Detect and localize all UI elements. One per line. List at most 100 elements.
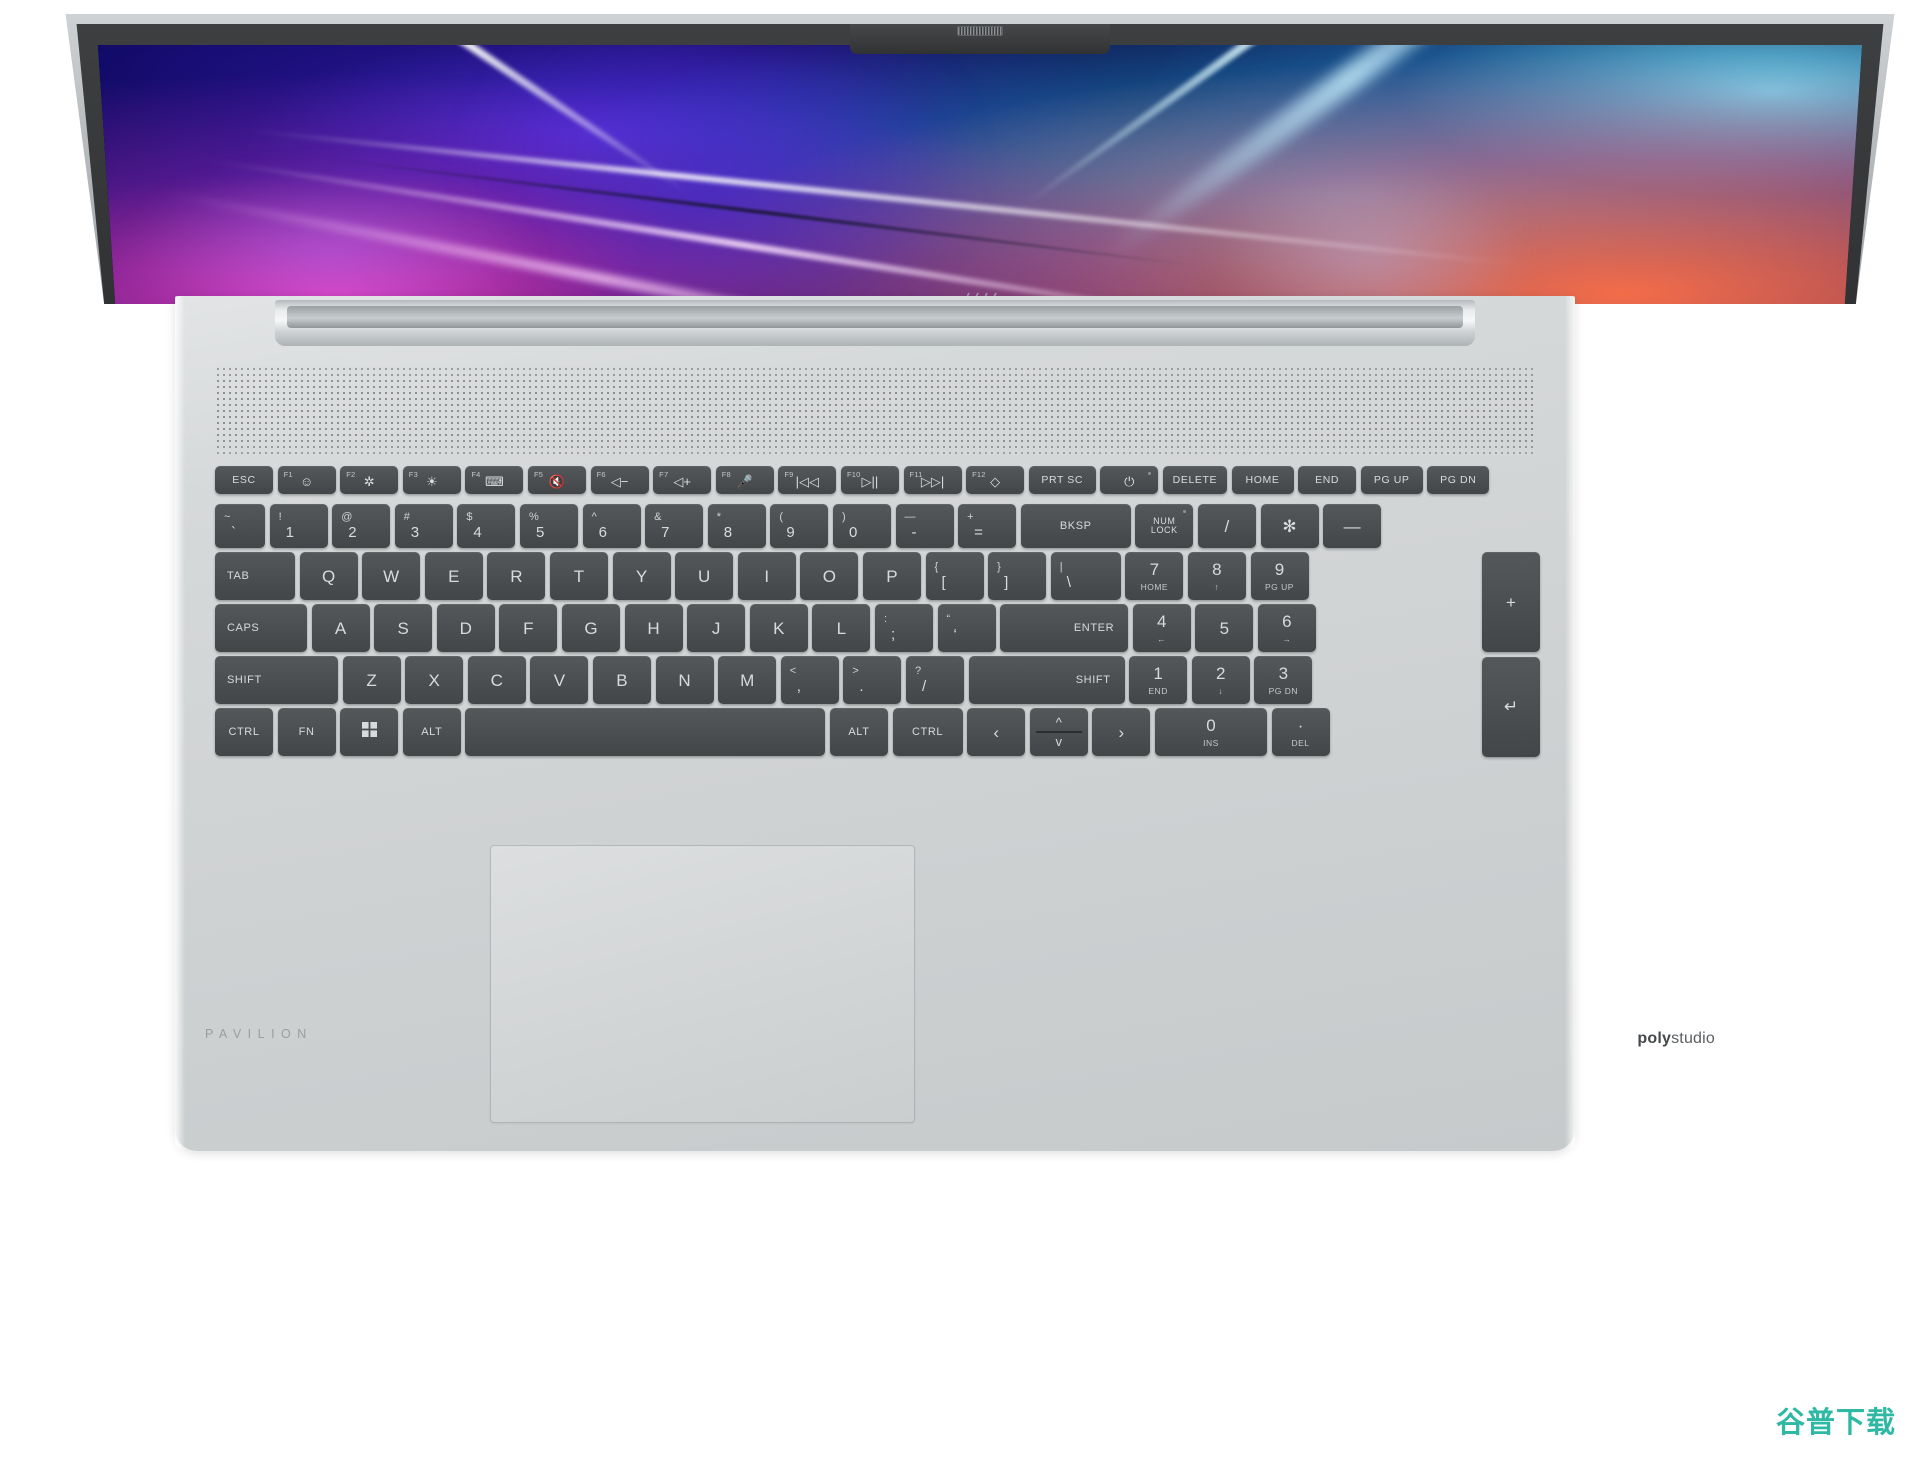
key-page-up[interactable]: PG UP bbox=[1360, 466, 1423, 494]
key-tab[interactable]: TAB bbox=[215, 552, 295, 600]
key-bracket-left[interactable]: {[ bbox=[925, 552, 984, 600]
key-page-down[interactable]: PG DN bbox=[1427, 466, 1490, 494]
key-s[interactable]: S bbox=[374, 604, 433, 652]
key-numpad-9[interactable]: 9 PG UP bbox=[1250, 552, 1309, 600]
touchpad[interactable] bbox=[490, 845, 915, 1123]
key-f9-previous-track[interactable]: F9 |◁◁ bbox=[778, 466, 837, 494]
key-alt-right[interactable]: ALT bbox=[829, 708, 888, 756]
key-caps-lock[interactable]: CAPS bbox=[215, 604, 307, 652]
key-numpad-5[interactable]: 5 bbox=[1195, 604, 1254, 652]
key-f10-play-pause[interactable]: F10 ▷|| bbox=[840, 466, 899, 494]
key-r[interactable]: R bbox=[487, 552, 546, 600]
key-o[interactable]: O bbox=[800, 552, 859, 600]
key-slash[interactable]: ? / bbox=[905, 656, 964, 704]
key-1[interactable]: ! 1 bbox=[269, 504, 328, 548]
key-numpad-1[interactable]: 1 END bbox=[1129, 656, 1188, 704]
key-print-screen[interactable]: PRT SC bbox=[1028, 466, 1096, 494]
key-numpad-multiply[interactable]: ✻ bbox=[1260, 504, 1319, 548]
key-period[interactable]: >. bbox=[843, 656, 902, 704]
key-minus[interactable]: — - bbox=[895, 504, 954, 548]
key-3[interactable]: #3 bbox=[394, 504, 453, 548]
key-2[interactable]: @2 bbox=[332, 504, 391, 548]
key-backtick[interactable]: ~ ` bbox=[215, 504, 265, 548]
key-f4-keyboard-backlight[interactable]: F4 ⌨ bbox=[465, 466, 524, 494]
key-numpad-3[interactable]: 3 PG DN bbox=[1254, 656, 1313, 704]
key-f12-privacy-screen[interactable]: F12 ◇ bbox=[966, 466, 1025, 494]
key-5[interactable]: % 5 bbox=[519, 504, 578, 548]
key-backslash[interactable]: | \ bbox=[1050, 552, 1121, 600]
key-9[interactable]: (9 bbox=[770, 504, 829, 548]
key-numpad-4[interactable]: 4 ← bbox=[1132, 604, 1191, 652]
key-num-lock[interactable]: NUM LOCK bbox=[1135, 504, 1194, 548]
key-a[interactable]: A bbox=[311, 604, 370, 652]
key-shift-left[interactable]: SHIFT bbox=[215, 656, 338, 704]
keyboard[interactable]: ESC F1 ☺ F2 ✲ F3 ☀ F4 ⌨ F5 🔇 F6 ◁− F7 ◁+ F8 🎤 F9 |◁◁ F10 ▷||… bbox=[215, 466, 1540, 816]
key-z[interactable]: Z bbox=[342, 656, 401, 704]
key-ctrl-right[interactable]: CTRL bbox=[892, 708, 963, 756]
key-ctrl-left[interactable]: CTRL bbox=[215, 708, 273, 756]
key-c[interactable]: C bbox=[467, 656, 526, 704]
key-numpad-6[interactable]: 6 → bbox=[1257, 604, 1316, 652]
key-arrow-left[interactable]: ‹ bbox=[967, 708, 1026, 756]
key-g[interactable]: G bbox=[561, 604, 620, 652]
key-t[interactable]: T bbox=[549, 552, 608, 600]
key-0[interactable]: ) 0 bbox=[832, 504, 891, 548]
key-numpad-0[interactable]: 0 INS bbox=[1154, 708, 1267, 756]
key-k[interactable]: K bbox=[749, 604, 808, 652]
key-p[interactable]: P bbox=[862, 552, 921, 600]
key-f1-smile[interactable]: F1 ☺ bbox=[277, 466, 336, 494]
key-8[interactable]: * 8 bbox=[707, 504, 766, 548]
key-esc[interactable]: ESC bbox=[215, 466, 273, 494]
key-n[interactable]: N bbox=[655, 656, 714, 704]
key-b[interactable]: B bbox=[592, 656, 651, 704]
key-end[interactable]: END bbox=[1298, 466, 1357, 494]
key-semicolon[interactable]: :; bbox=[874, 604, 933, 652]
key-f6-volume-down[interactable]: F6 ◁− bbox=[590, 466, 649, 494]
key-alt-left[interactable]: ALT bbox=[402, 708, 461, 756]
key-enter[interactable]: ENTER bbox=[1000, 604, 1129, 652]
key-e[interactable]: E bbox=[424, 552, 483, 600]
key-numpad-2[interactable]: 2 ↓ bbox=[1191, 656, 1250, 704]
key-quote[interactable]: “‘ bbox=[937, 604, 996, 652]
key-home[interactable]: HOME bbox=[1231, 466, 1294, 494]
key-bracket-right[interactable]: }] bbox=[988, 552, 1047, 600]
key-v[interactable]: V bbox=[530, 656, 589, 704]
key-q[interactable]: Q bbox=[299, 552, 358, 600]
key-m[interactable]: M bbox=[718, 656, 777, 704]
key-i[interactable]: I bbox=[737, 552, 796, 600]
key-y[interactable]: Y bbox=[612, 552, 671, 600]
key-numpad-divide[interactable]: / bbox=[1197, 504, 1256, 548]
key-windows[interactable] bbox=[340, 708, 399, 756]
key-x[interactable]: X bbox=[405, 656, 464, 704]
key-numpad-decimal[interactable]: · DEL bbox=[1271, 708, 1330, 756]
key-4[interactable]: $4 bbox=[457, 504, 516, 548]
key-u[interactable]: U bbox=[675, 552, 734, 600]
key-f[interactable]: F bbox=[499, 604, 558, 652]
key-j[interactable]: J bbox=[687, 604, 746, 652]
key-numpad-enter[interactable]: ↵ bbox=[1482, 656, 1540, 757]
key-backspace[interactable]: BKSP bbox=[1020, 504, 1131, 548]
key-f8-mic-mute[interactable]: F8 🎤 bbox=[715, 466, 774, 494]
key-numpad-minus[interactable]: — bbox=[1323, 504, 1382, 548]
key-f11-next-track[interactable]: F11 ▷▷| bbox=[903, 466, 962, 494]
key-arrow-up-down[interactable]: ^ v bbox=[1029, 708, 1088, 756]
key-d[interactable]: D bbox=[436, 604, 495, 652]
key-h[interactable]: H bbox=[624, 604, 683, 652]
key-l[interactable]: L bbox=[812, 604, 871, 652]
key-6[interactable]: ^ 6 bbox=[582, 504, 641, 548]
key-f3-brightness-up[interactable]: F3 ☀ bbox=[402, 466, 461, 494]
key-numpad-8[interactable]: 8 ↑ bbox=[1187, 552, 1246, 600]
key-space[interactable] bbox=[465, 708, 826, 756]
key-numpad-7[interactable]: 7 HOME bbox=[1125, 552, 1184, 600]
key-equals[interactable]: + = bbox=[958, 504, 1017, 548]
key-numpad-plus[interactable]: + bbox=[1482, 552, 1540, 652]
key-f5-mute[interactable]: F5 🔇 bbox=[527, 466, 586, 494]
key-arrow-right[interactable]: › bbox=[1092, 708, 1151, 756]
key-w[interactable]: W bbox=[362, 552, 421, 600]
key-shift-right[interactable]: SHIFT bbox=[968, 656, 1125, 704]
key-comma[interactable]: <, bbox=[780, 656, 839, 704]
key-f7-volume-up[interactable]: F7 ◁+ bbox=[653, 466, 712, 494]
key-delete[interactable]: DELETE bbox=[1162, 466, 1227, 494]
key-7[interactable]: & 7 bbox=[645, 504, 704, 548]
key-f2-brightness-down[interactable]: F2 ✲ bbox=[340, 466, 399, 494]
